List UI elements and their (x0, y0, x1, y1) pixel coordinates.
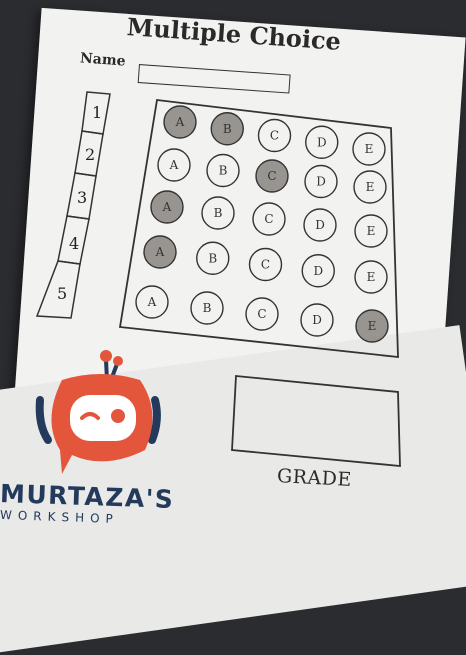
question-number-3: 3 (77, 188, 87, 207)
bubble-letter: C (257, 307, 266, 321)
bubble-letter: B (219, 164, 228, 178)
robot-head-icon (35, 350, 161, 474)
bubble-q3-e: E (354, 214, 388, 248)
bubble-letter: D (316, 175, 326, 189)
grade-label: GRADE (276, 465, 353, 491)
bubble-letter: C (270, 129, 279, 143)
grade-box (231, 375, 401, 467)
bubble-q2-e: E (353, 170, 387, 204)
bubble-letter: B (214, 206, 223, 220)
bubble-q5-d: D (300, 303, 334, 337)
bubble-q4-b: B (196, 241, 230, 275)
question-number-2: 2 (85, 145, 95, 164)
bubble-q3-a: A (150, 190, 184, 224)
question-number-column: 1 2 3 4 5 (35, 91, 111, 319)
bubble-q1-d: D (305, 125, 339, 159)
bubble-letter: A (169, 158, 179, 172)
bubble-q4-e: E (354, 260, 388, 294)
bubble-q3-b: B (201, 196, 235, 230)
bubble-letter: D (315, 218, 325, 232)
bubble-q1-c: C (257, 118, 292, 153)
question-number-1: 1 (92, 103, 102, 122)
bubble-letter: C (264, 212, 273, 226)
bubble-q1-b: B (210, 112, 244, 146)
bubble-q5-e: E (355, 309, 389, 343)
bubble-letter: C (261, 258, 270, 272)
bubble-letter: C (267, 169, 276, 183)
bubble-q5-a: A (135, 285, 169, 319)
bubble-q1-e: E (352, 132, 386, 166)
question-number-4: 4 (69, 234, 79, 253)
bubble-q4-d: D (301, 254, 335, 288)
bubble-letter: E (367, 224, 376, 238)
bubble-letter: E (366, 180, 375, 194)
photo-scene: Multiple Choice Name 1 2 3 4 5 ABCDEABCD… (0, 0, 466, 655)
bubble-letter: B (223, 122, 232, 136)
bubble-q5-c: C (245, 297, 279, 331)
bubble-letter: A (162, 200, 172, 214)
bubble-letter: A (155, 245, 165, 259)
bubble-letter: B (203, 301, 212, 315)
bubble-letter: E (365, 142, 374, 156)
bubble-q1-a: A (163, 105, 197, 139)
bubble-letter: A (147, 295, 157, 309)
bubble-q2-a: A (157, 148, 191, 182)
bubble-letter: E (368, 319, 377, 333)
bubble-grid: A B C D E A B C D E A B C D E A B C D E A B C D E (135, 105, 389, 343)
bubble-q2-d: D (304, 164, 338, 199)
bubble-letter: B (208, 251, 217, 265)
bubble-letter: E (367, 270, 376, 284)
bubble-letter: D (312, 313, 322, 327)
question-number-5: 5 (57, 284, 67, 303)
bubble-q3-d: D (303, 208, 337, 242)
bubble-letter: D (313, 264, 323, 278)
bubble-q2-b: B (206, 153, 240, 188)
bubble-q2-c: C (255, 159, 289, 193)
bubble-q4-a: A (143, 235, 177, 269)
bubble-q5-b: B (190, 291, 224, 325)
bubble-q4-c: C (248, 247, 283, 282)
bubble-letter: D (317, 135, 327, 149)
bubble-letter: A (175, 115, 185, 129)
bubble-q3-c: C (252, 202, 286, 236)
